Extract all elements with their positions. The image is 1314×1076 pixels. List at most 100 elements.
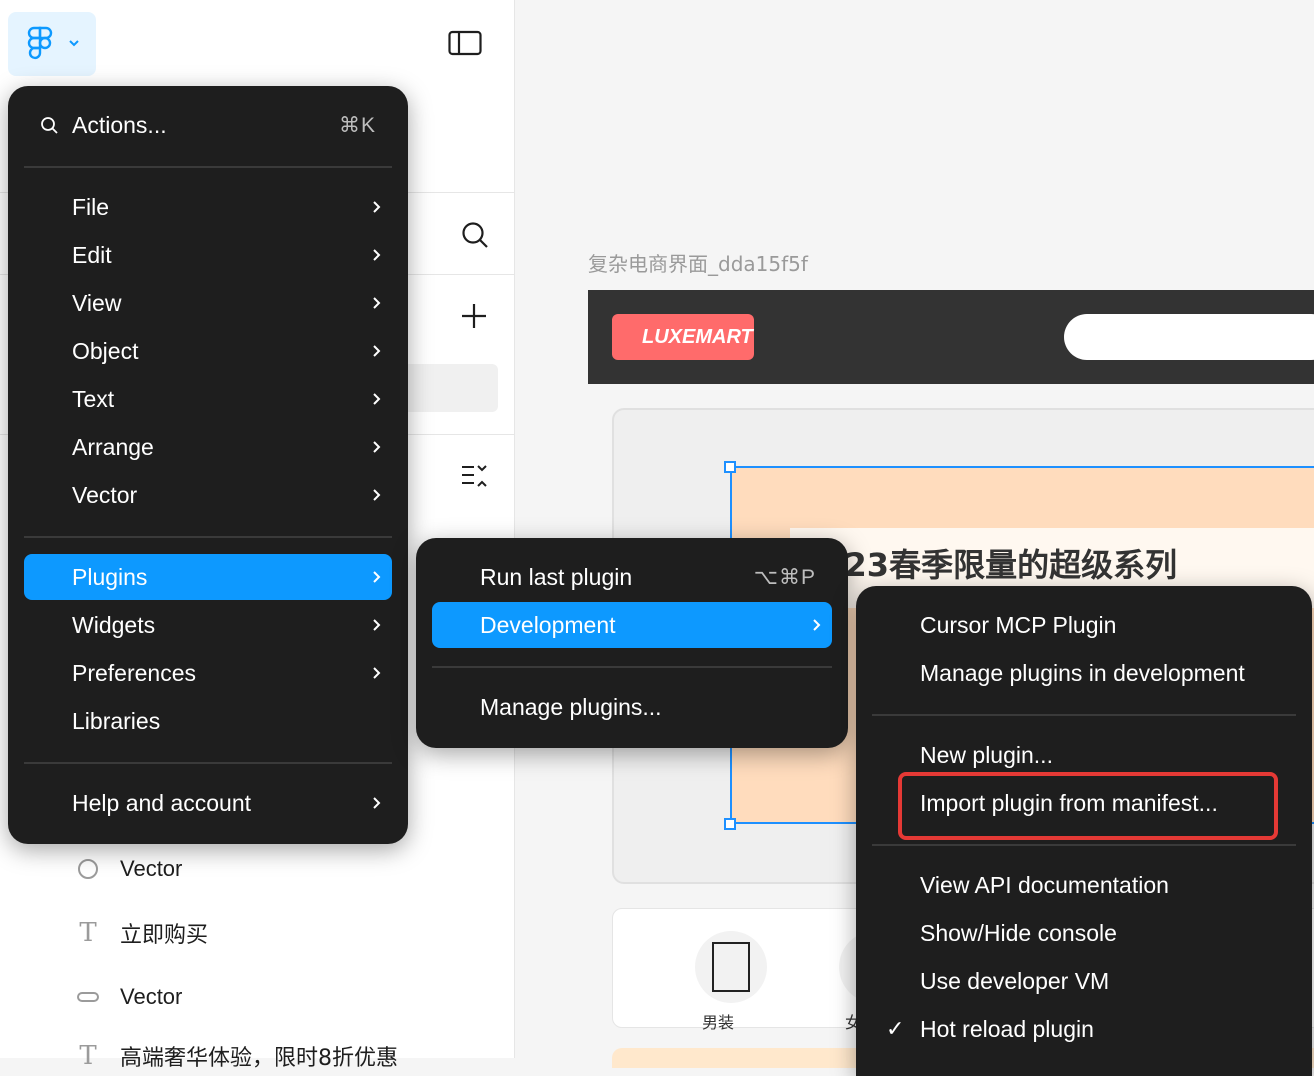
chevron-right-icon: [812, 602, 822, 648]
layer-row[interactable]: T 立即购买: [74, 913, 208, 953]
menu-divider: [872, 844, 1296, 846]
menu-item-development[interactable]: Development: [432, 602, 832, 648]
plugins-submenu: Run last plugin ⌥⌘P Development Manage p…: [416, 538, 848, 748]
chevron-down-icon: [69, 40, 79, 47]
menu-item-label: Help and account: [72, 789, 252, 816]
hot-reload-plugin[interactable]: ✓ Hot reload plugin: [872, 1006, 1296, 1052]
chevron-right-icon: [372, 602, 382, 648]
selected-page-row[interactable]: [400, 364, 498, 412]
layer-row[interactable]: T 高端奢华体验，限时8折优惠: [74, 1036, 398, 1076]
resize-handle[interactable]: [724, 818, 736, 830]
layer-row[interactable]: Vector: [74, 849, 182, 889]
actions-search[interactable]: Actions... ⌘K: [24, 102, 392, 148]
chevron-right-icon: [372, 554, 382, 600]
chevron-right-icon: [372, 280, 382, 326]
layer-label: Vector: [120, 984, 183, 1009]
design-search-bar: [1064, 314, 1314, 360]
menu-item-label: New plugin...: [920, 741, 1053, 768]
use-developer-vm[interactable]: Use developer VM: [872, 958, 1296, 1004]
run-last-shortcut: ⌥⌘P: [753, 565, 816, 589]
menu-item-libraries[interactable]: Libraries: [24, 698, 392, 744]
menu-divider: [24, 166, 392, 168]
menu-item-label: Text: [72, 385, 115, 412]
menu-item-label: Vector: [72, 481, 138, 508]
view-api-documentation[interactable]: View API documentation: [872, 862, 1296, 908]
text-icon: T: [79, 1041, 97, 1071]
menu-item-object[interactable]: Object: [24, 328, 392, 374]
text-icon: T: [79, 918, 97, 948]
menu-item-label: Run last plugin: [480, 563, 633, 590]
menu-item-label: Plugins: [72, 563, 148, 590]
manage-plugins[interactable]: Manage plugins...: [432, 684, 832, 730]
menu-item-view[interactable]: View: [24, 280, 392, 326]
menu-item-edit[interactable]: Edit: [24, 232, 392, 278]
manage-plugins-in-development[interactable]: Manage plugins in development: [872, 650, 1296, 696]
menu-item-text[interactable]: Text: [24, 376, 392, 422]
menu-item-label: Manage plugins in development: [920, 659, 1245, 686]
menu-item-label: Manage plugins...: [480, 693, 662, 720]
actions-shortcut: ⌘K: [338, 113, 376, 137]
category-label: 男装: [702, 1013, 735, 1032]
chevron-right-icon: [372, 472, 382, 518]
search-icon: [41, 117, 58, 134]
menu-item-label: Libraries: [72, 707, 161, 734]
design-header-bar[interactable]: LUXEMART: [588, 290, 1314, 384]
layer-label: 立即购买: [120, 923, 209, 948]
chevron-right-icon: [372, 780, 382, 826]
sidebar-toggle-icon[interactable]: [448, 30, 482, 56]
menu-item-label: View API documentation: [920, 871, 1169, 898]
menu-item-label: Cursor MCP Plugin: [920, 611, 1117, 638]
menu-divider: [872, 714, 1296, 716]
menu-item-label: Development: [480, 611, 616, 638]
search-icon[interactable]: [460, 220, 490, 250]
main-menu: Actions... ⌘K File Edit View Object Text…: [8, 86, 408, 844]
menu-divider: [24, 762, 392, 764]
chevron-right-icon: [372, 328, 382, 374]
menu-item-label: Preferences: [72, 659, 197, 686]
hero-title: 2023春季限量的超级系列: [800, 546, 1178, 584]
chevron-right-icon: [372, 232, 382, 278]
actions-label: Actions...: [72, 111, 167, 138]
phone-icon: [712, 942, 750, 992]
show-hide-console[interactable]: Show/Hide console: [872, 910, 1296, 956]
menu-item-label: Show/Hide console: [920, 919, 1117, 946]
ellipse-icon: [74, 858, 102, 880]
menu-item-arrange[interactable]: Arrange: [24, 424, 392, 470]
main-menu-button[interactable]: [8, 12, 96, 76]
menu-item-label: Use developer VM: [920, 967, 1110, 994]
figma-logo-icon: [27, 26, 53, 60]
menu-item-label: Widgets: [72, 611, 156, 638]
menu-item-label: Edit: [72, 241, 112, 268]
chevron-right-icon: [372, 376, 382, 422]
chevron-right-icon: [372, 424, 382, 470]
menu-item-label: File: [72, 193, 110, 220]
menu-divider: [24, 536, 392, 538]
menu-item-label: Arrange: [72, 433, 154, 460]
layer-label: Vector: [120, 856, 183, 881]
menu-item-help[interactable]: Help and account: [24, 780, 392, 826]
chevron-right-icon: [372, 650, 382, 696]
cursor-mcp-plugin[interactable]: Cursor MCP Plugin: [872, 602, 1296, 648]
layer-label: 高端奢华体验，限时8折优惠: [120, 1046, 398, 1071]
menu-item-plugins[interactable]: Plugins: [24, 554, 392, 600]
menu-divider: [432, 666, 832, 668]
add-icon[interactable]: [460, 302, 488, 330]
highlight-outline: [898, 772, 1278, 840]
resize-handle[interactable]: [724, 461, 736, 473]
menu-item-preferences[interactable]: Preferences: [24, 650, 392, 696]
brand-logo: LUXEMART: [612, 314, 754, 360]
layers-collapse-icon[interactable]: [460, 462, 488, 490]
menu-item-label: Hot reload plugin: [920, 1015, 1094, 1042]
menu-item-label: Object: [72, 337, 139, 364]
menu-item-file[interactable]: File: [24, 184, 392, 230]
menu-item-widgets[interactable]: Widgets: [24, 602, 392, 648]
run-last-plugin[interactable]: Run last plugin ⌥⌘P: [432, 554, 832, 600]
layer-row[interactable]: Vector: [74, 977, 182, 1017]
menu-item-vector[interactable]: Vector: [24, 472, 392, 518]
category-icon-circle: [695, 931, 767, 1003]
rectangle-icon: [74, 991, 102, 1003]
menu-item-label: View: [72, 289, 122, 316]
checkmark-icon: ✓: [886, 1016, 905, 1041]
chevron-right-icon: [372, 184, 382, 230]
frame-label[interactable]: 复杂电商界面_dda15f5f: [588, 248, 808, 277]
